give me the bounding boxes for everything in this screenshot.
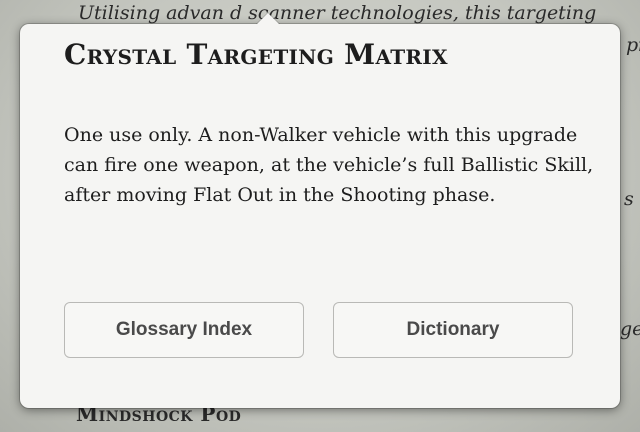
background-text-line: Utilising advan d scanner technologies, … bbox=[78, 2, 597, 24]
dictionary-button[interactable]: Dictionary bbox=[333, 302, 573, 358]
glossary-index-button[interactable]: Glossary Index bbox=[64, 302, 304, 358]
entry-title: Crystal Targeting Matrix bbox=[64, 38, 448, 71]
popover-arrow bbox=[256, 13, 280, 25]
background-text-fragment: pi bbox=[626, 34, 640, 56]
entry-description: One use only. A non-Walker vehicle with … bbox=[64, 124, 594, 206]
glossary-popover: Crystal Targeting Matrix One use only. A… bbox=[20, 13, 620, 408]
background-text-fragment: ge bbox=[620, 318, 640, 340]
background-text-fragment: s p bbox=[624, 188, 640, 210]
